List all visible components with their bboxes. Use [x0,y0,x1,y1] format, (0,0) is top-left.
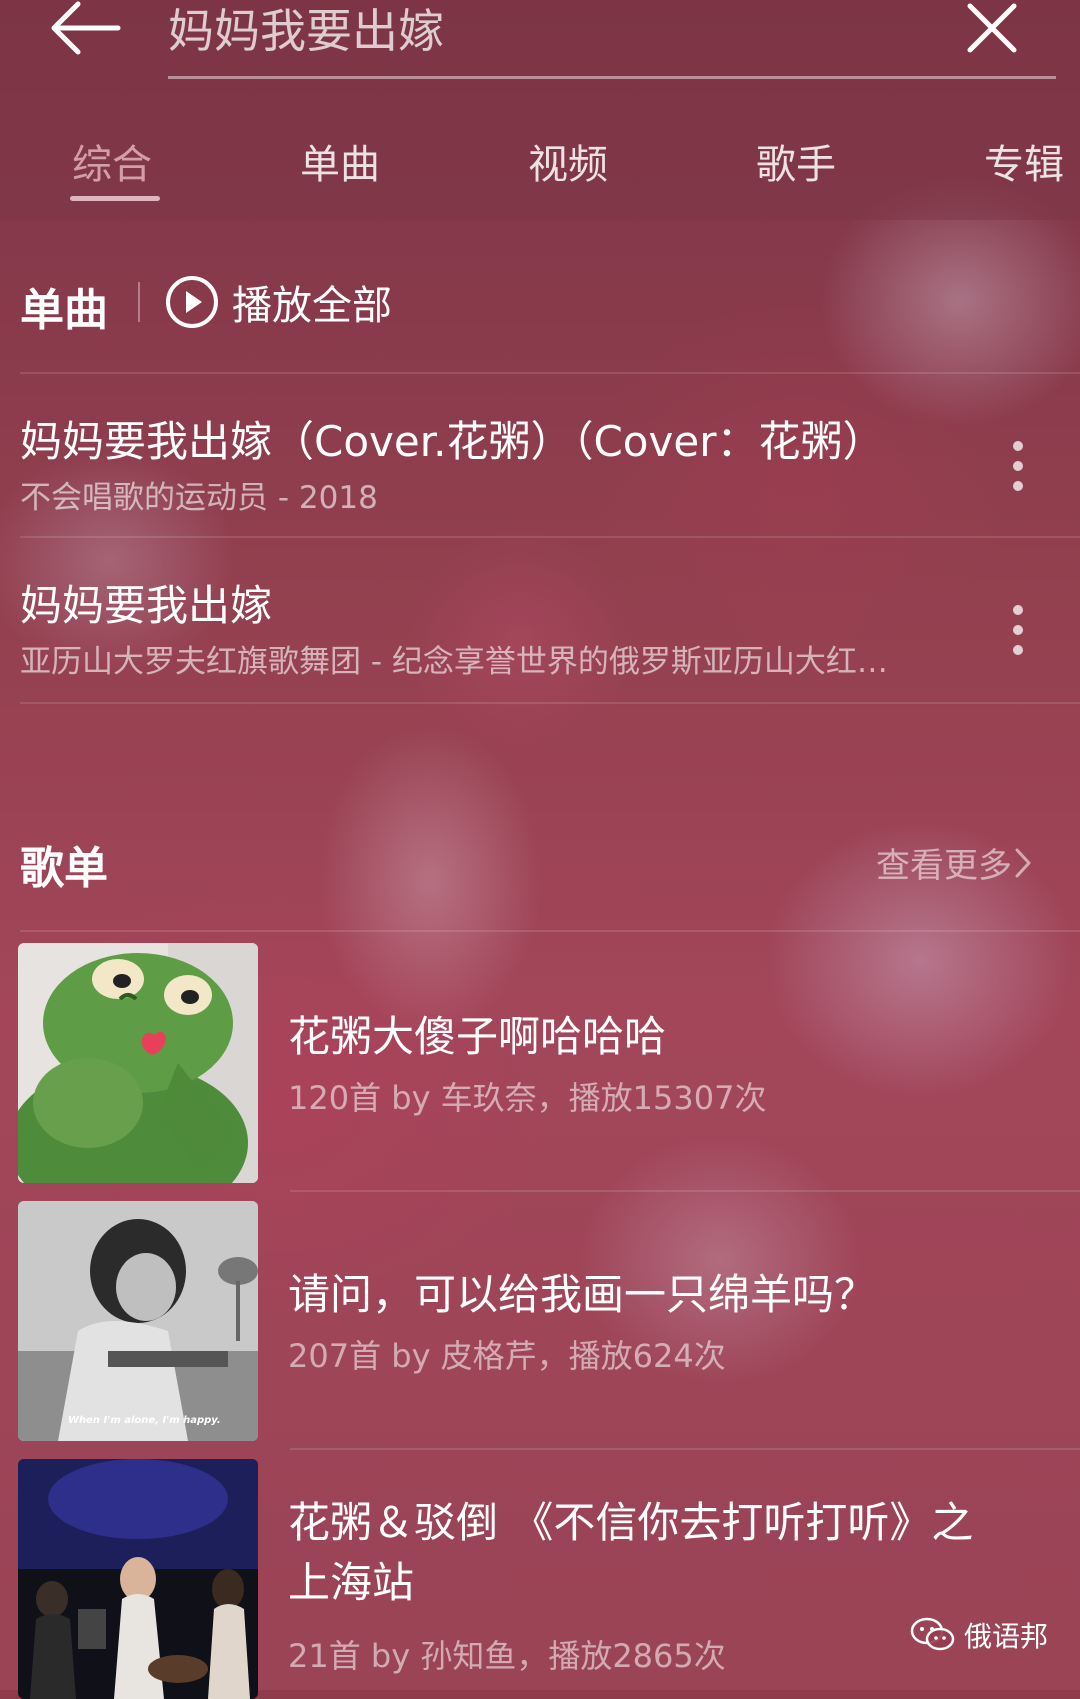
divider [290,1190,1080,1192]
song-title: 妈妈要我出嫁 [20,581,273,630]
play-circle-icon [166,276,218,328]
girl-at-desk-cover-image: When I'm alone, I'm happy. [18,1201,258,1441]
wechat-watermark: 俄语邦 [910,1615,1048,1655]
playlist-item[interactable]: 花粥＆驳倒 《不信你去打听打听》之 上海站 21首 by 孙知鱼，播放2865次 [18,1459,1080,1699]
play-all-label: 播放全部 [232,283,392,329]
playlist-subtitle: 207首 by 皮格芹，播放624次 [288,1337,726,1375]
kermit-frog-cover-image [18,943,258,1183]
tab-all[interactable]: 综合 [72,132,152,202]
playlist-title: 花粥大傻子啊哈哈哈 [288,1012,667,1061]
playlist-subtitle: 21首 by 孙知鱼，播放2865次 [288,1637,726,1675]
back-arrow-icon[interactable] [48,0,122,56]
tab-albums[interactable]: 专辑 [984,132,1064,202]
tab-bar: 综合 单曲 视频 歌手 专辑 [0,132,1080,212]
search-input[interactable] [168,0,868,56]
chevron-right-icon [1015,848,1031,877]
close-icon[interactable] [966,2,1018,54]
divider [20,930,1080,932]
playlist-item[interactable]: When I'm alone, I'm happy. 请问，可以给我画一只绵羊吗… [18,1201,1080,1441]
tab-artists[interactable]: 歌手 [756,132,836,202]
playlist-title-line2: 上海站 [288,1558,415,1607]
divider [20,536,1080,538]
playlist-cover-concert [18,1459,258,1699]
playlist-cover-kermit [18,943,258,1183]
divider [290,1448,1080,1450]
watermark-label: 俄语邦 [964,1620,1049,1653]
songs-section-title: 单曲 [20,285,108,336]
tab-videos[interactable]: 视频 [528,132,608,202]
see-more-link[interactable]: 查看更多 [876,838,1034,887]
playlist-title-line1: 花粥＆驳倒 《不信你去打听打听》之 [288,1498,974,1547]
playlist-cover-girl: When I'm alone, I'm happy. [18,1201,258,1441]
song-title: 妈妈要我出嫁（Cover.花粥）（Cover：花粥） [20,417,885,466]
playlist-title: 请问，可以给我画一只绵羊吗？ [288,1270,877,1319]
divider [20,702,1080,704]
divider [20,372,1080,374]
song-subtitle: 不会唱歌的运动员 - 2018 [20,480,378,516]
see-more-label: 查看更多 [876,846,1012,886]
song-item[interactable]: 妈妈要我出嫁 亚历山大罗夫红旗歌舞团 - 纪念享誉世界的俄罗斯亚历山大红… [20,572,1060,732]
playlists-section-title: 歌单 [20,843,108,894]
more-vertical-icon[interactable] [1000,600,1036,660]
song-item[interactable]: 妈妈要我出嫁（Cover.花粥）（Cover：花粥） 不会唱歌的运动员 - 20… [20,408,1060,568]
active-tab-indicator [70,196,160,201]
song-subtitle: 亚历山大罗夫红旗歌舞团 - 纪念享誉世界的俄罗斯亚历山大红… [20,644,888,680]
wechat-icon [910,1617,955,1651]
concert-stage-cover-image [18,1459,258,1699]
playlist-item[interactable]: 花粥大傻子啊哈哈哈 120首 by 车玖奈，播放15307次 [18,943,1080,1183]
section-divider [138,282,140,322]
more-vertical-icon[interactable] [1000,436,1036,496]
playlist-subtitle: 120首 by 车玖奈，播放15307次 [288,1079,767,1117]
tab-songs[interactable]: 单曲 [300,132,380,202]
search-underline [168,76,1056,79]
play-all-button[interactable]: 播放全部 [164,273,392,331]
cover-caption: When I'm alone, I'm happy. [68,1415,221,1426]
